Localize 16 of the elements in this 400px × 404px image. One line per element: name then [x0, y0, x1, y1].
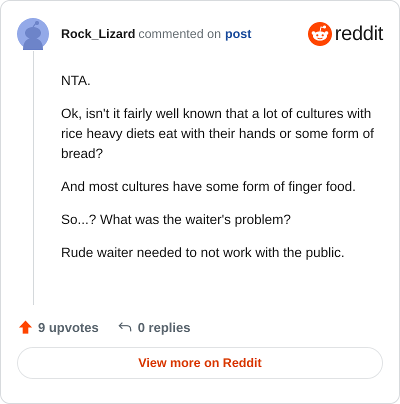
view-more-button[interactable]: View more on Reddit [17, 347, 383, 379]
comment-paragraph: NTA. [61, 72, 92, 90]
username[interactable]: Rock_Lizard [61, 27, 136, 41]
reddit-logo-icon [308, 22, 332, 46]
post-link[interactable]: post [225, 27, 252, 41]
action-text: commented on [138, 27, 222, 41]
comment-paragraph: So...? What was the waiter's problem? [61, 211, 292, 229]
comment-paragraph: Ok, isn't it fairly well known that a lot of cultures with rice heavy diets eat with their hands or some form of bread? [61, 105, 375, 163]
upvote-count: 9 upvotes [38, 320, 99, 334]
reply-count: 0 replies [138, 320, 190, 334]
reply-icon [116, 320, 133, 334]
reddit-wordmark: reddit [334, 22, 383, 46]
comment-paragraph: Rude waiter needed to not work with the public. [61, 244, 346, 262]
upvote-arrow-icon [18, 319, 33, 335]
comment-paragraph: And most cultures have some form of finger food. [61, 178, 357, 196]
avatar-icon [17, 18, 49, 50]
